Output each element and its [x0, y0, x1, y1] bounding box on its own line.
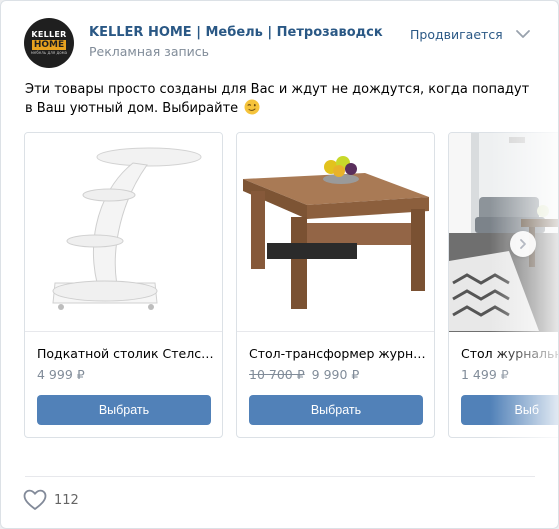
group-avatar[interactable]: KELLER HOME мебель для дома — [24, 18, 74, 68]
ad-label: Рекламная запись — [89, 44, 210, 59]
product-image[interactable] — [237, 133, 434, 332]
footer-divider — [25, 476, 535, 477]
post-text-body: Эти товары просто созданы для Вас и ждут… — [25, 82, 530, 116]
promoted-label[interactable]: Продвигается — [410, 27, 503, 42]
avatar-logo-text: HOME — [31, 40, 67, 50]
wink-emoji-icon — [244, 99, 260, 115]
heart-icon — [23, 489, 47, 510]
product-carousel[interactable]: Подкатной столик Стелс (... 4 999 ₽ Выбр… — [24, 132, 558, 438]
chevron-down-icon[interactable] — [515, 28, 531, 40]
product-old-price: 10 700 ₽ — [249, 367, 305, 382]
choose-button[interactable]: Выб — [461, 395, 558, 425]
product-image[interactable] — [25, 133, 222, 332]
like-button[interactable]: 112 — [23, 489, 79, 511]
choose-button[interactable]: Выбрать — [37, 395, 211, 425]
product-card[interactable]: Подкатной столик Стелс (... 4 999 ₽ Выбр… — [24, 132, 223, 438]
product-price: 10 700 ₽ 9 990 ₽ — [249, 367, 359, 382]
avatar-logo-tagline: мебель для дома — [30, 50, 68, 55]
product-card[interactable]: Стол журнальн 1 499 ₽ Выб — [448, 132, 558, 438]
product-current-price: 1 499 ₽ — [461, 367, 509, 382]
like-count: 112 — [54, 492, 79, 508]
living-room-image — [449, 133, 558, 332]
carousel-next-button[interactable] — [510, 231, 536, 257]
choose-button[interactable]: Выбрать — [249, 395, 423, 425]
avatar-logo-text: KELLER — [31, 30, 67, 39]
product-card[interactable]: Стол-трансформер журна... 10 700 ₽ 9 990… — [236, 132, 435, 438]
product-price: 4 999 ₽ — [37, 367, 85, 382]
product-current-price: 9 990 ₽ — [311, 367, 360, 382]
post-text: Эти товары просто созданы для Вас и ждут… — [25, 80, 535, 118]
product-current-price: 4 999 ₽ — [37, 367, 85, 382]
product-title[interactable]: Стол-трансформер журна... — [249, 346, 427, 361]
product-title[interactable]: Стол журнальн — [461, 346, 558, 361]
group-name-link[interactable]: KELLER HOME | Мебель | Петрозаводск — [89, 25, 383, 40]
side-table-image — [52, 147, 202, 310]
ad-post: KELLER HOME мебель для дома KELLER HOME … — [0, 0, 559, 529]
coffee-table-image — [243, 156, 429, 309]
product-title[interactable]: Подкатной столик Стелс (... — [37, 346, 215, 361]
product-image[interactable] — [449, 133, 558, 332]
product-price: 1 499 ₽ — [461, 367, 509, 382]
chevron-right-icon — [520, 239, 526, 249]
